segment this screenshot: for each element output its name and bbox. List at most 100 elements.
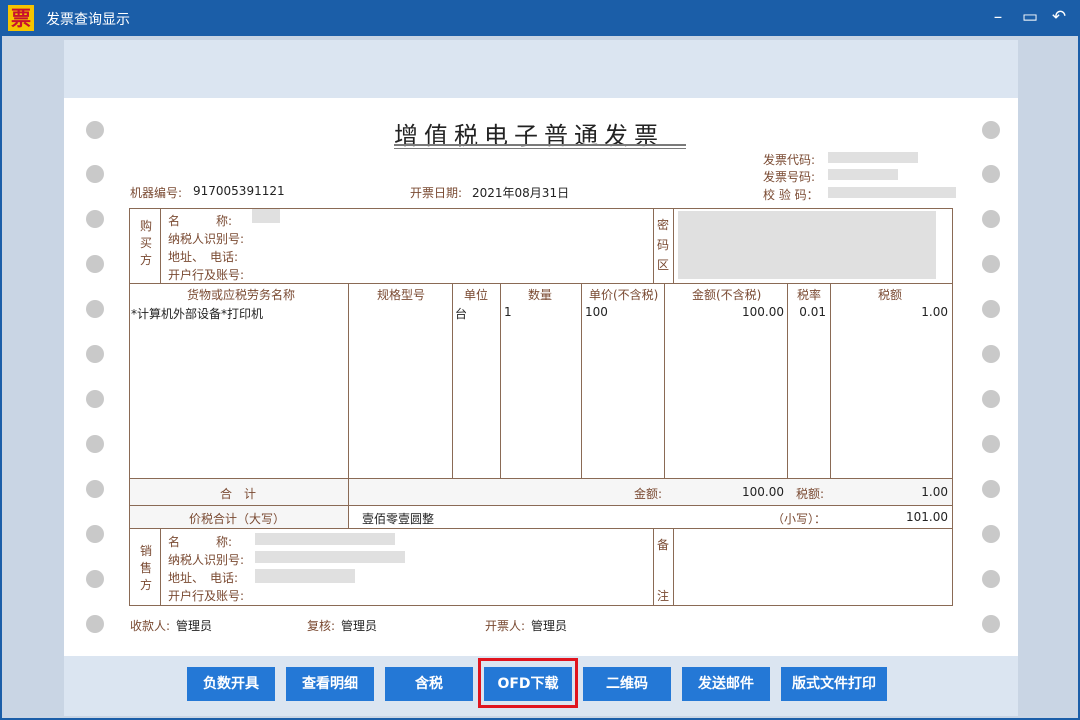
perforation-hole	[86, 255, 104, 273]
col-item: 货物或应税劳务名称	[187, 288, 296, 302]
perforation-hole	[982, 390, 1000, 408]
send-email-button[interactable]: 发送邮件	[682, 667, 770, 701]
col-qty: 数量	[528, 288, 553, 302]
perforation-hole	[982, 210, 1000, 228]
buyer-name-redacted	[252, 209, 280, 223]
col-price: 单价(不含税)	[589, 288, 659, 302]
total-amount: 100.00	[742, 485, 784, 499]
divider	[830, 283, 831, 478]
back-button[interactable]: ↶	[1048, 6, 1070, 28]
total-tax: 1.00	[921, 485, 948, 499]
divider	[673, 528, 674, 606]
qrcode-button[interactable]: 二维码	[583, 667, 671, 701]
seller-bank-label: 开户行及账号:	[168, 589, 245, 603]
divider	[452, 283, 453, 478]
perforation-hole	[86, 525, 104, 543]
invoice-number-redacted	[828, 169, 898, 180]
row-rate: 0.01	[799, 305, 826, 319]
row-tax: 1.00	[921, 305, 948, 319]
divider	[129, 528, 953, 529]
tax-included-button[interactable]: 含税	[385, 667, 473, 701]
col-tax: 税额	[878, 288, 903, 302]
row-amount: 100.00	[742, 305, 784, 319]
seller-taxid-redacted	[255, 551, 405, 563]
remark-label: 备	[657, 538, 670, 552]
seller-side-label: 销 售 方	[140, 544, 153, 592]
total-tax-label: 税额:	[796, 487, 825, 501]
perforation-hole	[86, 210, 104, 228]
invoice-app-icon: 票	[8, 5, 34, 31]
perforation-hole	[982, 525, 1000, 543]
buyer-name-label: 名 称:	[168, 214, 233, 228]
check-code-redacted	[828, 187, 956, 198]
invoice-number-label: 发票号码:	[763, 170, 816, 184]
perforation-hole	[86, 345, 104, 363]
divider	[581, 283, 582, 478]
invoice-code-redacted	[828, 152, 918, 163]
minimize-button[interactable]: –	[987, 6, 1009, 28]
perforation-hole	[86, 300, 104, 318]
issuer-value: 管理员	[531, 619, 568, 633]
grand-total-small-value: 101.00	[906, 510, 948, 524]
payee-value: 管理员	[176, 619, 213, 633]
print-layout-file-button[interactable]: 版式文件打印	[781, 667, 887, 701]
window-title: 发票查询显示	[46, 12, 130, 28]
machine-label: 机器编号:	[130, 186, 183, 200]
perforation-hole	[86, 435, 104, 453]
col-rate: 税率	[797, 288, 822, 302]
reviewer-value: 管理员	[341, 619, 378, 633]
buyer-side-label: 购 买 方	[140, 219, 153, 267]
divider	[673, 208, 674, 283]
seller-address-redacted	[255, 569, 355, 583]
col-amount: 金额(不含税)	[692, 288, 762, 302]
row-unit: 台	[455, 307, 468, 321]
buyer-taxid-label: 纳税人识别号:	[168, 232, 245, 246]
seller-name-label: 名 称:	[168, 535, 233, 549]
grand-total-words: 壹佰零壹圆整	[362, 512, 435, 526]
divider	[653, 528, 654, 606]
perforation-hole	[982, 345, 1000, 363]
maximize-button[interactable]: ▭	[1019, 6, 1041, 28]
perforation-hole	[86, 121, 104, 139]
perforation-hole	[86, 615, 104, 633]
row-item: *计算机外部设备*打印机	[131, 307, 264, 321]
issuer-label: 开票人:	[485, 619, 526, 633]
date-label: 开票日期:	[410, 186, 463, 200]
seller-taxid-label: 纳税人识别号:	[168, 553, 245, 567]
remark-label-2: 注	[657, 589, 670, 603]
perforation-hole	[982, 615, 1000, 633]
invoice-date: 2021年08月31日	[472, 186, 570, 200]
grand-total-small-label: （小写）：	[772, 512, 827, 526]
buyer-address-label: 地址、 电话:	[168, 250, 239, 264]
seller-name-redacted	[255, 533, 395, 545]
machine-number: 917005391121	[193, 184, 285, 198]
title-underline	[394, 148, 686, 149]
perforation-hole	[982, 480, 1000, 498]
divider	[500, 283, 501, 478]
divider	[348, 505, 349, 528]
negative-invoice-button[interactable]: 负数开具	[187, 667, 275, 701]
buyer-bank-label: 开户行及账号:	[168, 268, 245, 282]
invoice-code-label: 发票代码:	[763, 153, 816, 167]
row-price: 100	[585, 305, 608, 319]
title-underline	[394, 144, 686, 146]
highlight-box	[478, 658, 578, 708]
seller-address-label: 地址、 电话:	[168, 571, 239, 585]
divider	[664, 283, 665, 478]
view-details-button[interactable]: 查看明细	[286, 667, 374, 701]
perforation-hole	[86, 165, 104, 183]
perforation-hole	[982, 435, 1000, 453]
cipher-area-label: 密 码 区	[657, 218, 670, 272]
perforation-hole	[86, 570, 104, 588]
divider	[348, 283, 349, 478]
perforation-hole	[982, 121, 1000, 139]
check-code-label: 校 验 码：	[763, 188, 819, 202]
title-bar: 票 发票查询显示 – ▭ ↶	[0, 0, 1080, 36]
cipher-redacted	[678, 211, 936, 279]
perforation-hole	[982, 570, 1000, 588]
divider	[653, 208, 654, 283]
reviewer-label: 复核:	[307, 619, 336, 633]
payee-label: 收款人:	[130, 619, 171, 633]
total-amount-label: 金额:	[634, 487, 663, 501]
perforation-hole	[86, 480, 104, 498]
